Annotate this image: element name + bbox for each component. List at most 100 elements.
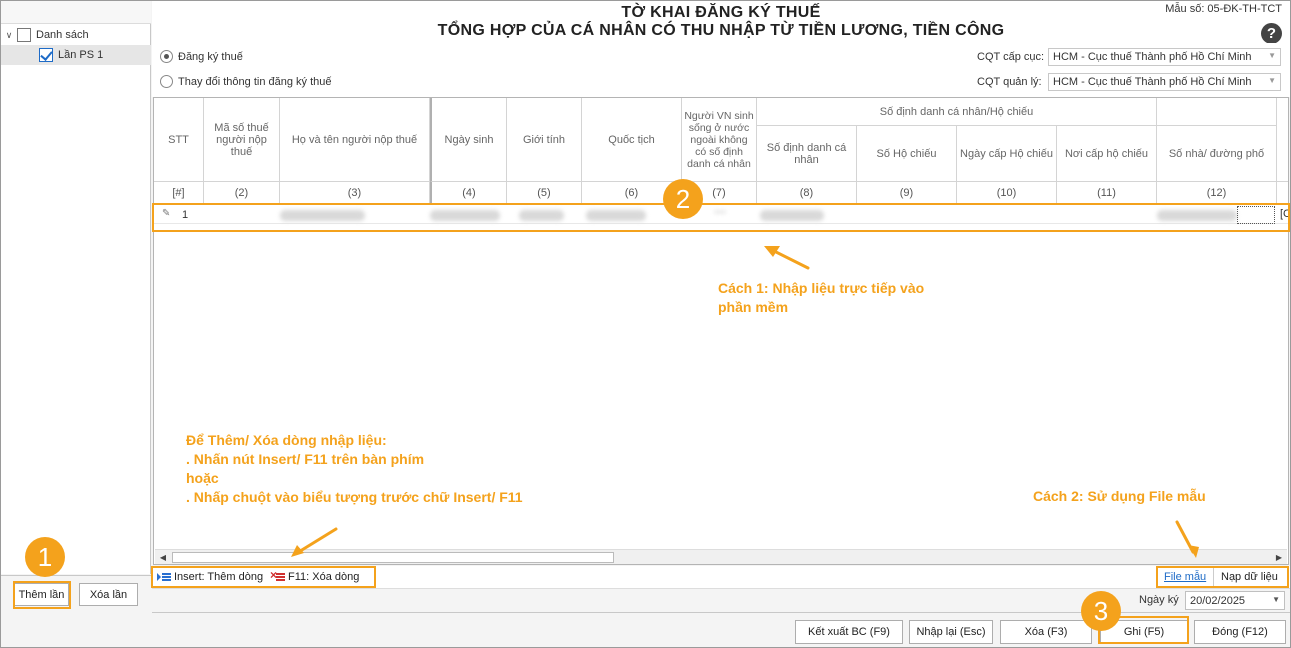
grid-footer: Insert: Thêm dòng F11: Xóa dòng File mẫu… bbox=[152, 566, 1290, 589]
cqt-quan-ly-select[interactable]: HCM - Cục thuế Thành phố Hồ Chí Minh ▼ bbox=[1048, 73, 1281, 91]
insert-row-icon[interactable] bbox=[157, 572, 171, 582]
registration-options: Đăng ký thuế Thay đổi thông tin đăng ký … bbox=[152, 43, 1290, 97]
delete-label: F11: Xóa dòng bbox=[288, 571, 360, 583]
nap-du-lieu-button[interactable]: Nạp dữ liệu bbox=[1221, 571, 1278, 583]
blurred-cell[interactable] bbox=[760, 210, 824, 221]
chevron-down-icon[interactable]: ▼ bbox=[1272, 595, 1280, 604]
blurred-cell[interactable] bbox=[280, 210, 365, 221]
select-value: HCM - Cục thuế Thành phố Hồ Chí Minh bbox=[1053, 76, 1252, 88]
annotation-line: Cách 1: Nhập liệu trực tiếp vào bbox=[718, 280, 925, 296]
cqt-cap-cuc-select[interactable]: HCM - Cục thuế Thành phố Hồ Chí Minh ▼ bbox=[1048, 48, 1281, 66]
chevron-down-icon: ▼ bbox=[1268, 51, 1276, 60]
page-title: TỜ KHAI ĐĂNG KÝ THUẾ bbox=[621, 4, 821, 21]
col-num: (5) bbox=[507, 182, 582, 204]
tree-item-danh-sach[interactable]: ∨ Danh sách bbox=[1, 25, 151, 45]
ket-xuat-button[interactable]: Kết xuất BC (F9) bbox=[795, 620, 903, 644]
ngay-ky-label: Ngày ký bbox=[1139, 594, 1179, 606]
annotation-line: Để Thêm/ Xóa dòng nhập liệu: bbox=[186, 432, 387, 448]
col-header-so-ho-chieu[interactable]: Số Hộ chiếu bbox=[857, 126, 957, 182]
delete-row-icon[interactable] bbox=[270, 568, 285, 582]
blurred-cell[interactable] bbox=[1157, 210, 1237, 221]
annotation-howto: Để Thêm/ Xóa dòng nhập liệu: . Nhấn nút … bbox=[186, 431, 523, 507]
dong-button[interactable]: Đóng (F12) bbox=[1194, 620, 1286, 644]
select-value: HCM - Cục thuế Thành phố Hồ Chí Minh bbox=[1053, 51, 1252, 63]
col-header-so-dinh-danh[interactable]: Số định danh cá nhân bbox=[757, 126, 857, 182]
focused-cell[interactable] bbox=[1237, 206, 1275, 224]
tree-item-label: Danh sách bbox=[36, 29, 89, 41]
annotation-line: phần mềm bbox=[718, 299, 789, 315]
form-header: TỜ KHAI ĐĂNG KÝ THUẾ TỔNG HỢP CỦA CÁ NHÂ… bbox=[152, 1, 1290, 44]
cqt-quan-ly-label: CQT quản lý: bbox=[977, 76, 1042, 88]
chevron-down-icon: ▼ bbox=[1268, 76, 1276, 85]
page-subtitle: TỔNG HỢP CỦA CÁ NHÂN CÓ THU NHẬP TỪ TIỀN… bbox=[437, 22, 1005, 39]
checkbox-danh-sach[interactable] bbox=[17, 28, 31, 42]
col-num-overflow bbox=[1277, 182, 1288, 204]
checkbox-lan-ps-1[interactable] bbox=[39, 48, 53, 62]
col-group-dinh-danh: Số định danh cá nhân/Hộ chiếu bbox=[757, 98, 1157, 126]
annotation-line: . Nhấn nút Insert/ F11 trên bàn phím bbox=[186, 451, 425, 467]
annotation-cach1: Cách 1: Nhập liệu trực tiếp vào phần mềm bbox=[718, 279, 924, 317]
chevron-down-icon[interactable]: ∨ bbox=[1, 30, 17, 41]
step-badge-2: 2 bbox=[663, 179, 703, 219]
blurred-cell[interactable] bbox=[586, 210, 646, 221]
scroll-right-icon[interactable]: ▶ bbox=[1272, 551, 1286, 564]
form-code: Mẫu số: 05-ĐK-TH-TCT bbox=[1165, 3, 1282, 15]
col-num: (10) bbox=[957, 182, 1057, 204]
nhap-lai-button[interactable]: Nhập lại (Esc) bbox=[909, 620, 993, 644]
col-header-ho-ten[interactable]: Họ và tên người nộp thuế bbox=[280, 98, 430, 182]
col-header-gioi-tinh[interactable]: Giới tính bbox=[507, 98, 582, 182]
annotation-line: . Nhấp chuột vào biểu tượng trước chữ In… bbox=[186, 489, 523, 505]
radio-icon[interactable] bbox=[160, 50, 173, 63]
col-num: (2) bbox=[204, 182, 280, 204]
row-edge-text: [C bbox=[1280, 208, 1288, 220]
them-lan-button[interactable]: Thêm lần bbox=[14, 583, 69, 606]
col-header-stt[interactable]: STT bbox=[154, 98, 204, 182]
blurred-cell[interactable] bbox=[430, 210, 500, 221]
xoa-button[interactable]: Xóa (F3) bbox=[1000, 620, 1092, 644]
radio-thay-doi-thong-tin[interactable]: Thay đổi thông tin đăng ký thuế bbox=[160, 75, 332, 88]
radio-dang-ky-thue[interactable]: Đăng ký thuế bbox=[160, 50, 243, 63]
help-icon[interactable]: ? bbox=[1261, 23, 1282, 44]
insert-row-action[interactable]: Insert: Thêm dòng bbox=[157, 571, 263, 583]
horizontal-scrollbar[interactable]: ◀ ▶ bbox=[155, 549, 1287, 564]
scroll-left-icon[interactable]: ◀ bbox=[156, 551, 170, 564]
blurred-cell[interactable] bbox=[519, 210, 564, 221]
col-header-quoc-tich[interactable]: Quốc tịch bbox=[582, 98, 682, 182]
radio-label: Thay đổi thông tin đăng ký thuế bbox=[178, 75, 332, 88]
cqt-cap-cuc-label: CQT cấp cục: bbox=[977, 51, 1045, 63]
delete-row-action[interactable]: F11: Xóa dòng bbox=[270, 568, 360, 583]
col-header-ngay-cap[interactable]: Ngày cấp Hộ chiếu bbox=[957, 126, 1057, 182]
blurred-cell[interactable] bbox=[714, 211, 726, 213]
col-header-overflow bbox=[1277, 98, 1288, 182]
scroll-thumb[interactable] bbox=[172, 552, 614, 563]
col-num: (11) bbox=[1057, 182, 1157, 204]
col-num: (12) bbox=[1157, 182, 1277, 204]
col-num: (9) bbox=[857, 182, 957, 204]
col-header-ngay-sinh[interactable]: Ngày sinh bbox=[430, 98, 507, 182]
row-stt: 1 bbox=[182, 209, 189, 221]
col-header-noi-cap[interactable]: Nơi cấp hộ chiếu bbox=[1057, 126, 1157, 182]
divider bbox=[1213, 568, 1214, 586]
insert-label: Insert: Thêm dòng bbox=[174, 571, 264, 583]
left-button-bar: Thêm lần Xóa lần bbox=[1, 575, 151, 612]
col-num: (8) bbox=[757, 182, 857, 204]
file-mau-link[interactable]: File mẫu bbox=[1164, 571, 1206, 583]
col-header-so-nha[interactable]: Số nhà/ đường phố bbox=[1157, 126, 1277, 182]
col-num: (4) bbox=[430, 182, 507, 204]
radio-icon[interactable] bbox=[160, 75, 173, 88]
col-header-nguoi-vn[interactable]: Người VN sinh sống ở nước ngoài không có… bbox=[682, 98, 757, 182]
left-tree-panel: ∨ Danh sách Lần PS 1 bbox=[1, 1, 151, 574]
date-value: 20/02/2025 bbox=[1190, 595, 1246, 607]
col-header-mst[interactable]: Mã số thuế người nộp thuế bbox=[204, 98, 280, 182]
ngay-ky-date-input[interactable]: 20/02/2025 ▼ bbox=[1185, 591, 1285, 610]
col-group-dia-chi bbox=[1157, 98, 1277, 126]
annotation-line: hoặc bbox=[186, 470, 219, 486]
tree-item-lan-ps-1[interactable]: Lần PS 1 bbox=[1, 45, 151, 65]
xoa-lan-button[interactable]: Xóa lần bbox=[79, 583, 138, 606]
table-row[interactable]: ✎ 1 [C bbox=[154, 206, 1288, 224]
radio-label: Đăng ký thuế bbox=[178, 50, 243, 63]
step-badge-1: 1 bbox=[25, 537, 65, 577]
tree-item-label: Lần PS 1 bbox=[58, 49, 104, 61]
tree-top-strip bbox=[1, 1, 151, 24]
annotation-cach2: Cách 2: Sử dụng File mẫu bbox=[1033, 488, 1206, 504]
